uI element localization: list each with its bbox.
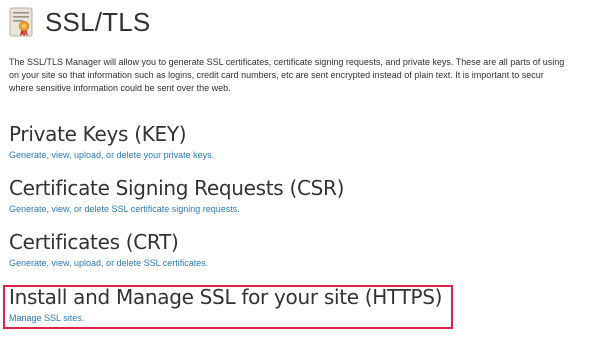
csr-link[interactable]: Generate, view, or delete SSL certificat… <box>9 204 569 214</box>
section-title-certificates: Certificates (CRT) <box>9 230 179 254</box>
page-title: SSL/TLS <box>45 6 151 37</box>
private-keys-link[interactable]: Generate, view, upload, or delete your p… <box>9 150 569 160</box>
intro-line: The SSL/TLS Manager will allow you to ge… <box>9 57 565 67</box>
section-title-csr: Certificate Signing Requests (CSR) <box>9 176 345 200</box>
intro-line: where sensitive information could be sen… <box>9 83 231 93</box>
section-title-install-https: Install and Manage SSL for your site (HT… <box>9 285 443 309</box>
certificate-icon <box>9 7 33 37</box>
section-private-keys: Private Keys (KEY) Generate, view, uploa… <box>9 122 569 160</box>
intro-text: The SSL/TLS Manager will allow you to ge… <box>9 56 600 95</box>
section-install-https: Install and Manage SSL for your site (HT… <box>9 285 569 323</box>
manage-ssl-sites-link[interactable]: Manage SSL sites. <box>9 313 569 323</box>
intro-line: on your site so that information such as… <box>9 70 544 80</box>
section-csr: Certificate Signing Requests (CSR) Gener… <box>9 176 569 214</box>
ssl-tls-page: SSL/TLS The SSL/TLS Manager will allow y… <box>0 0 600 337</box>
section-title-private-keys: Private Keys (KEY) <box>9 122 187 146</box>
section-certificates: Certificates (CRT) Generate, view, uploa… <box>9 230 569 268</box>
page-header: SSL/TLS <box>9 2 150 42</box>
certificates-link[interactable]: Generate, view, upload, or delete SSL ce… <box>9 258 569 268</box>
